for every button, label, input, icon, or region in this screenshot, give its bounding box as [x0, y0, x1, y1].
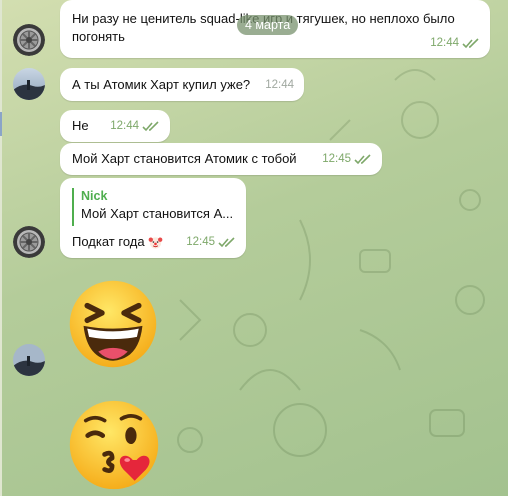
avatar[interactable]	[13, 24, 45, 56]
message-text: Не	[72, 118, 89, 133]
hubcap-avatar-icon	[13, 24, 45, 56]
panel-divider	[0, 0, 2, 496]
message-bubble[interactable]: Nick Мой Харт становится А... Подкат год…	[60, 178, 246, 258]
double-check-icon	[462, 37, 479, 48]
hubcap-avatar-icon	[13, 226, 45, 258]
message-meta: 12:45	[186, 233, 236, 251]
clown-face-emoji	[148, 237, 163, 249]
message-time: 12:45	[186, 236, 215, 248]
message-meta: 12:44	[110, 117, 160, 135]
message-text: Подкат года	[72, 234, 145, 249]
message-meta: 12:45	[322, 150, 372, 168]
message-meta: 12:44	[265, 76, 294, 94]
avatar[interactable]	[13, 68, 45, 100]
message-time: 12:45	[322, 153, 351, 165]
reply-quote[interactable]: Nick Мой Харт становится А...	[72, 188, 238, 226]
reply-author: Nick	[81, 189, 108, 203]
double-check-icon	[354, 153, 371, 164]
double-check-icon	[218, 236, 235, 247]
message-meta: 12:44	[430, 34, 480, 52]
landscape-avatar-icon	[13, 68, 45, 100]
double-check-icon	[142, 120, 159, 131]
message-bubble[interactable]: А ты Атомик Харт купил уже? 12:44	[60, 68, 304, 101]
message-bubble[interactable]: Не 12:44	[60, 110, 170, 142]
message-time: 12:44	[430, 37, 459, 49]
reply-text: Мой Харт становится А...	[81, 206, 234, 221]
message-bubble[interactable]: Мой Харт становится Атомик с тобой 12:45	[60, 143, 382, 175]
avatar[interactable]	[13, 226, 45, 258]
message-text-line2: погонять	[72, 29, 125, 44]
winking-kiss-face-emoji[interactable]	[67, 398, 161, 492]
squinting-laughing-face-emoji[interactable]	[67, 278, 159, 370]
message-time: 12:44	[265, 79, 294, 91]
message-text: А ты Атомик Харт купил уже?	[72, 77, 251, 92]
panel-divider-mark	[0, 112, 2, 136]
message-time: 12:44	[110, 120, 139, 132]
landscape-avatar-icon	[13, 344, 45, 376]
message-text: Мой Харт становится Атомик с тобой	[72, 151, 297, 166]
avatar[interactable]	[13, 344, 45, 376]
date-pill: 4 марта	[237, 15, 299, 35]
